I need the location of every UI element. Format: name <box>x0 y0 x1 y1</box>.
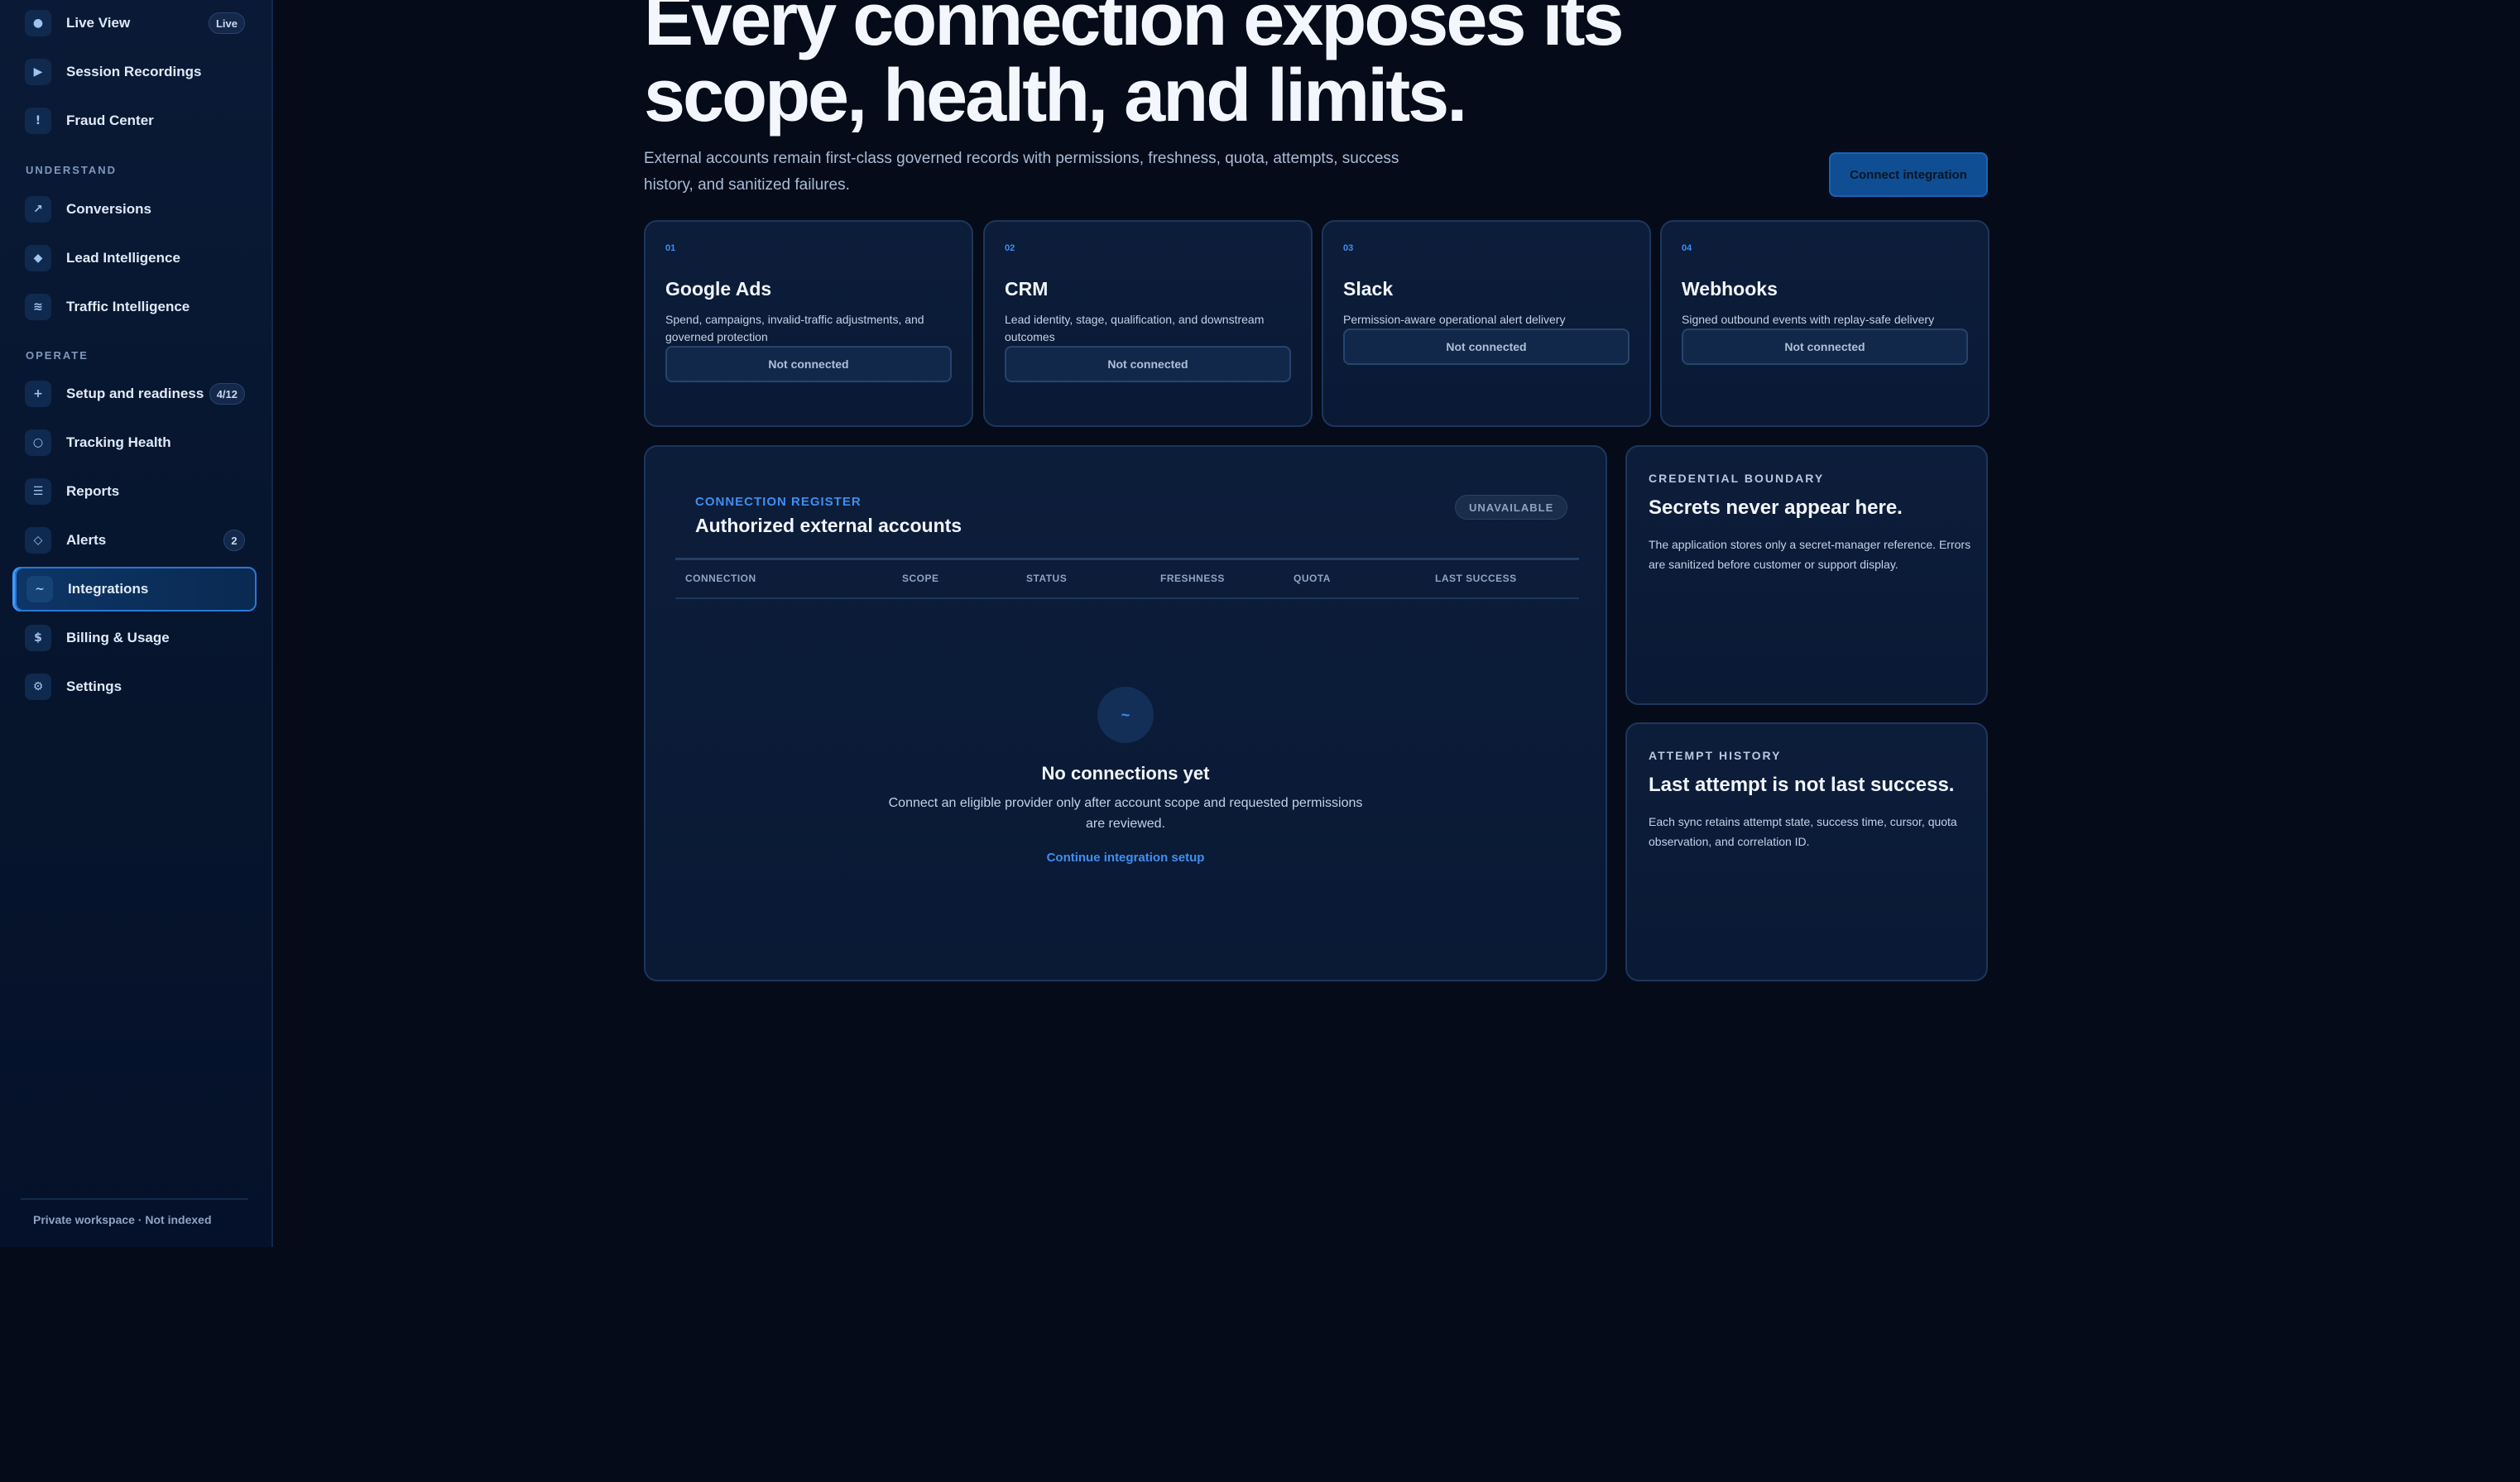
table-divider <box>675 558 1579 560</box>
trend-arrow-icon: ↗ <box>25 196 51 223</box>
sidebar-item-setup-and-readiness[interactable]: + Setup and readiness 4/12 <box>15 372 257 416</box>
sidebar-item-label: Settings <box>66 679 122 694</box>
provider-number: 01 <box>665 243 676 253</box>
sidebar-item-label: Conversions <box>66 201 151 217</box>
live-dot-icon: ● <box>25 10 51 36</box>
sidebar-item-label: Setup and readiness <box>66 386 204 401</box>
section-label-operate: OPERATE <box>26 349 89 362</box>
register-status-badge: UNAVAILABLE <box>1455 495 1568 520</box>
sidebar-item-label: Fraud Center <box>66 113 154 128</box>
empty-state-description: Connect an eligible provider only after … <box>888 796 1363 831</box>
provider-number: 04 <box>1682 243 1692 253</box>
provider-status-button[interactable]: Not connected <box>1682 329 1968 365</box>
credential-boundary-card: CREDENTIAL BOUNDARY Secrets never appear… <box>1625 445 1988 705</box>
connect-integration-button[interactable]: Connect integration <box>1829 152 1988 197</box>
continue-integration-setup-link[interactable]: Continue integration setup <box>646 851 1606 865</box>
waves-icon: ≋ <box>25 294 51 320</box>
sidebar-item-integrations[interactable]: ~ Integrations <box>15 567 257 612</box>
sidebar-item-traffic-intelligence[interactable]: ≋ Traffic Intelligence <box>15 285 257 329</box>
sidebar-item-reports[interactable]: ☰ Reports <box>15 469 257 514</box>
workspace-footer: Private workspace · Not indexed <box>33 1213 212 1226</box>
sidebar-item-label: Alerts <box>66 532 107 548</box>
bell-diamond-icon: ◇ <box>25 527 51 554</box>
page-title: Every connection exposes its scope, heal… <box>644 0 1625 137</box>
column-header-last-success: LAST SUCCESS <box>1435 573 1517 584</box>
dollar-icon: $ <box>25 625 51 651</box>
sidebar-item-live-view[interactable]: ● Live View Live <box>15 1 257 46</box>
sidebar-item-session-recordings[interactable]: ▶ Session Recordings <box>15 50 257 94</box>
sidebar-item-conversions[interactable]: ↗ Conversions <box>15 187 257 232</box>
provider-name: Slack <box>1343 278 1394 300</box>
sidebar-item-lead-intelligence[interactable]: ◆ Lead Intelligence <box>15 236 257 281</box>
progress-badge: 4/12 <box>209 383 245 405</box>
register-title: Authorized external accounts <box>695 515 962 536</box>
sidebar-item-billing-usage[interactable]: $ Billing & Usage <box>15 616 257 660</box>
card-title: Secrets never appear here. <box>1649 496 1903 519</box>
column-header-scope: SCOPE <box>902 573 939 584</box>
column-header-freshness: FRESHNESS <box>1160 573 1225 584</box>
sidebar-item-fraud-center[interactable]: ! Fraud Center <box>15 98 257 143</box>
provider-name: CRM <box>1005 278 1049 300</box>
card-kicker: ATTEMPT HISTORY <box>1649 749 1782 762</box>
card-kicker: CREDENTIAL BOUNDARY <box>1649 472 1825 485</box>
sidebar-item-label: Integrations <box>68 581 149 597</box>
sidebar: ● Live View Live ▶ Session Recordings ! … <box>0 0 273 1247</box>
link-icon: ~ <box>1097 687 1154 743</box>
sidebar-item-tracking-health[interactable]: ○ Tracking Health <box>15 420 257 465</box>
circle-icon: ○ <box>25 429 51 456</box>
connection-register: CONNECTION REGISTER Authorized external … <box>644 445 1607 981</box>
column-header-connection: CONNECTION <box>685 573 756 584</box>
alert-icon: ! <box>25 108 51 134</box>
sidebar-item-label: Traffic Intelligence <box>66 299 190 314</box>
provider-status-button[interactable]: Not connected <box>1343 329 1630 365</box>
provider-description: Signed outbound events with replay-safe … <box>1682 313 1935 326</box>
report-icon: ☰ <box>25 478 51 505</box>
link-icon: ~ <box>26 576 53 602</box>
provider-name: Google Ads <box>665 278 772 300</box>
plus-icon: + <box>25 381 51 407</box>
sidebar-item-settings[interactable]: ⚙ Settings <box>15 664 257 709</box>
provider-card-slack: 03 Slack Permission-aware operational al… <box>1322 220 1651 427</box>
sidebar-divider <box>21 1198 248 1200</box>
provider-card-crm: 02 CRM Lead identity, stage, qualificati… <box>983 220 1313 427</box>
card-description: Each sync retains attempt state, success… <box>1649 815 1957 848</box>
live-badge: Live <box>208 12 245 34</box>
provider-number: 03 <box>1343 243 1354 253</box>
attempt-history-card: ATTEMPT HISTORY Last attempt is not last… <box>1625 722 1988 981</box>
page-subtitle: External accounts remain first-class gov… <box>644 150 1399 194</box>
sidebar-item-label: Tracking Health <box>66 434 171 450</box>
sidebar-item-label: Lead Intelligence <box>66 250 180 266</box>
provider-description: Permission-aware operational alert deliv… <box>1343 313 1566 326</box>
provider-status-button[interactable]: Not connected <box>665 346 952 382</box>
provider-name: Webhooks <box>1682 278 1778 300</box>
gear-icon: ⚙ <box>25 674 51 700</box>
column-header-status: STATUS <box>1026 573 1068 584</box>
section-label-understand: UNDERSTAND <box>26 164 118 176</box>
alerts-count-badge: 2 <box>223 530 245 551</box>
provider-card-webhooks: 04 Webhooks Signed outbound events with … <box>1660 220 1990 427</box>
sidebar-item-label: Reports <box>66 483 120 499</box>
sidebar-item-label: Live View <box>66 15 131 31</box>
empty-state-title: No connections yet <box>1041 763 1210 784</box>
provider-description: Lead identity, stage, qualification, and… <box>1005 313 1265 343</box>
provider-status-button[interactable]: Not connected <box>1005 346 1291 382</box>
provider-card-google-ads: 01 Google Ads Spend, campaigns, invalid-… <box>644 220 973 427</box>
register-kicker: CONNECTION REGISTER <box>695 495 862 509</box>
card-description: The application stores only a secret-man… <box>1649 538 1971 571</box>
provider-number: 02 <box>1005 243 1015 253</box>
sidebar-item-label: Billing & Usage <box>66 630 170 645</box>
diamond-icon: ◆ <box>25 245 51 271</box>
column-header-quota: QUOTA <box>1294 573 1331 584</box>
sidebar-item-label: Session Recordings <box>66 64 202 79</box>
provider-description: Spend, campaigns, invalid-traffic adjust… <box>665 313 924 343</box>
sidebar-item-alerts[interactable]: ◇ Alerts 2 <box>15 518 257 563</box>
table-divider <box>675 597 1579 599</box>
card-title: Last attempt is not last success. <box>1649 774 1955 796</box>
play-icon: ▶ <box>25 59 51 85</box>
